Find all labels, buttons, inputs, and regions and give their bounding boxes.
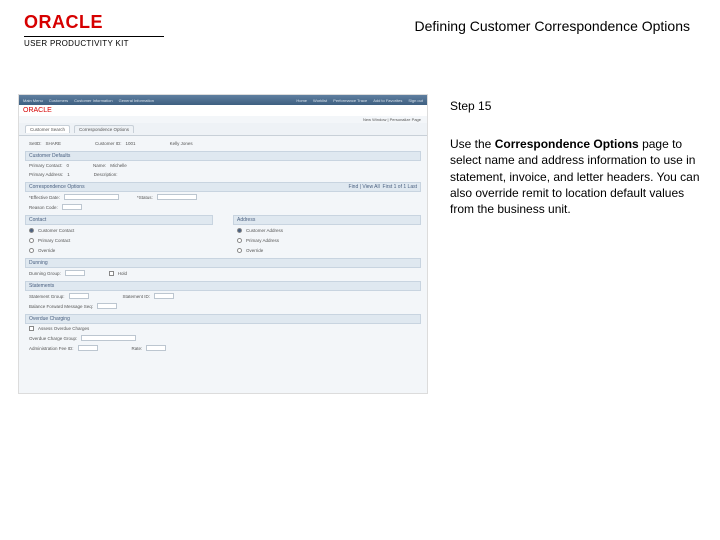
primary-address-label: Primary Address: bbox=[29, 172, 63, 177]
ocgroup-input[interactable] bbox=[81, 335, 136, 341]
nav-item[interactable]: Main Menu bbox=[23, 98, 43, 103]
stmt-group-label: Statement Group: bbox=[29, 294, 65, 299]
app-tabs: Customer Search Correspondence Options bbox=[19, 123, 427, 136]
status-select[interactable] bbox=[157, 194, 197, 200]
desc-bold: Correspondence Options bbox=[495, 137, 639, 151]
oracle-logo: ORACLE bbox=[24, 12, 164, 33]
effdate-input[interactable] bbox=[64, 194, 119, 200]
app-topnav: Main Menu Customers Customer Information… bbox=[19, 95, 427, 105]
dunning-group-label: Dunning Group: bbox=[29, 271, 61, 276]
setid-label: SetID: bbox=[29, 141, 42, 146]
app-logo: ORACLE bbox=[19, 105, 427, 116]
balfwd-label: Balance Forward Message Seq: bbox=[29, 304, 93, 309]
section-corr-options: Correspondence Options Find | View All F… bbox=[25, 182, 421, 192]
setid-value: SHARE bbox=[46, 141, 62, 146]
rate-label: Rate: bbox=[132, 346, 143, 351]
stmt-id-label: Statement ID: bbox=[123, 294, 151, 299]
balfwd-input[interactable] bbox=[97, 303, 117, 309]
page-tools[interactable]: New Window | Personalize Page bbox=[19, 116, 427, 123]
upk-subtitle: USER PRODUCTIVITY KIT bbox=[24, 39, 164, 48]
reason-label: Reason Code: bbox=[29, 205, 58, 210]
page-title: Defining Customer Correspondence Options bbox=[415, 18, 690, 34]
tab-customer-search[interactable]: Customer Search bbox=[25, 125, 70, 133]
nav-item[interactable]: Customer Information bbox=[74, 98, 112, 103]
dunning-group-input[interactable] bbox=[65, 270, 85, 276]
radio-primary-address[interactable] bbox=[237, 238, 242, 243]
step-description: Use the Correspondence Options page to s… bbox=[450, 136, 702, 217]
radio-label: Customer Contact bbox=[38, 228, 74, 233]
section-statements: Statements bbox=[25, 281, 421, 291]
logo-divider bbox=[24, 36, 164, 37]
hold-checkbox[interactable] bbox=[109, 271, 114, 276]
adminfee-input[interactable] bbox=[78, 345, 98, 351]
custid-value: 1001 bbox=[126, 141, 136, 146]
primary-address-value: 1 bbox=[67, 172, 70, 177]
pager[interactable]: First 1 of 1 Last bbox=[383, 184, 417, 190]
radio-label: Primary Address bbox=[246, 238, 279, 243]
corr-title: Correspondence Options bbox=[29, 184, 85, 190]
nav-link-home[interactable]: Home bbox=[296, 98, 307, 103]
defaults-name-value: Michelle bbox=[110, 163, 128, 168]
assess-label: Assess Overdue Charges bbox=[38, 326, 89, 331]
adminfee-label: Administration Fee ID: bbox=[29, 346, 74, 351]
reason-input[interactable] bbox=[62, 204, 82, 210]
assess-checkbox[interactable] bbox=[29, 326, 34, 331]
section-dunning: Dunning bbox=[25, 258, 421, 268]
primary-contact-value: 0 bbox=[67, 163, 70, 168]
app-screenshot: Main Menu Customers Customer Information… bbox=[18, 94, 428, 394]
section-contact: Contact bbox=[25, 215, 213, 225]
custname-value: Kelly Jones bbox=[170, 141, 193, 146]
radio-override-contact[interactable] bbox=[29, 248, 34, 253]
rate-input[interactable] bbox=[146, 345, 166, 351]
custid-label: Customer ID: bbox=[95, 141, 122, 146]
nav-link-signout[interactable]: Sign out bbox=[408, 98, 423, 103]
brand-block: ORACLE USER PRODUCTIVITY KIT bbox=[24, 12, 164, 48]
section-customer-defaults: Customer Defaults bbox=[25, 151, 421, 161]
radio-override-address[interactable] bbox=[237, 248, 242, 253]
radio-primary-contact[interactable] bbox=[29, 238, 34, 243]
nav-link-fav[interactable]: Add to Favorites bbox=[373, 98, 402, 103]
radio-label: Override bbox=[246, 248, 263, 253]
hold-label: Hold bbox=[118, 271, 127, 276]
radio-label: Override bbox=[38, 248, 55, 253]
radio-label: Customer Address bbox=[246, 228, 283, 233]
desc-prefix: Use the bbox=[450, 137, 495, 151]
section-address: Address bbox=[233, 215, 421, 225]
nav-item[interactable]: General Information bbox=[119, 98, 154, 103]
nav-link-worklist[interactable]: Worklist bbox=[313, 98, 327, 103]
stmt-group-input[interactable] bbox=[69, 293, 89, 299]
tab-corr-options[interactable]: Correspondence Options bbox=[74, 125, 134, 133]
stmt-id-input[interactable] bbox=[154, 293, 174, 299]
radio-label: Primary Contact bbox=[38, 238, 70, 243]
status-label: *Status: bbox=[137, 195, 153, 200]
section-overdue: Overdue Charging bbox=[25, 314, 421, 324]
radio-customer-address[interactable] bbox=[237, 228, 242, 233]
nav-link-perf[interactable]: Performance Trace bbox=[333, 98, 367, 103]
radio-customer-contact[interactable] bbox=[29, 228, 34, 233]
instruction-panel: Step 15 Use the Correspondence Options p… bbox=[450, 94, 702, 394]
ocgroup-label: Overdue Charge Group: bbox=[29, 336, 77, 341]
step-label: Step 15 bbox=[450, 98, 702, 114]
defaults-desc-label: Description: bbox=[94, 172, 118, 177]
effdate-label: *Effective Date: bbox=[29, 195, 60, 200]
primary-contact-label: Primary Contact: bbox=[29, 163, 63, 168]
defaults-name-label: Name: bbox=[93, 163, 106, 168]
find-viewall[interactable]: Find | View All bbox=[349, 184, 380, 190]
nav-item[interactable]: Customers bbox=[49, 98, 68, 103]
